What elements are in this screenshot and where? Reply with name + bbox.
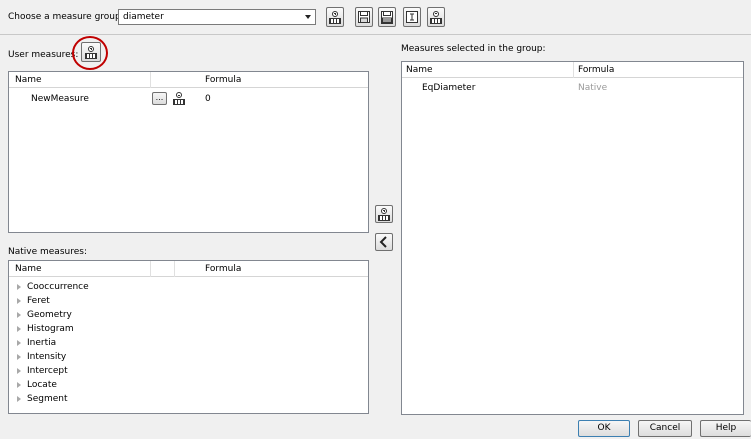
user-measures-list[interactable]: Name Formula NewMeasure ... 0 [8,71,369,233]
column-header-name[interactable]: Name [406,65,433,75]
tree-item-label: Inertia [27,338,57,348]
column-header-formula[interactable]: Formula [205,264,241,274]
measure-name[interactable]: EqDiameter [422,83,475,93]
measure-group-combo[interactable]: diameter [118,9,316,25]
tree-item-cooccurrence[interactable]: Cooccurrence [17,282,89,292]
tree-item-segment[interactable]: Segment [17,394,68,404]
save-as-icon [381,10,393,24]
add-to-group-button[interactable] [375,205,393,223]
expand-arrow-icon[interactable] [17,396,21,402]
table-row[interactable]: NewMeasure ... 0 [9,90,368,108]
column-header-formula[interactable]: Formula [578,65,614,75]
text-cursor-icon [406,11,418,23]
expand-arrow-icon[interactable] [17,368,21,374]
selected-measures-list[interactable]: Name Formula EqDiameter Native [401,61,744,415]
save-group-button[interactable] [355,7,373,27]
tree-item-label: Intercept [27,366,68,376]
measure-group-label: Choose a measure group: [8,12,124,22]
expand-arrow-icon[interactable] [17,382,21,388]
add-measure-icon [329,10,341,24]
tree-item-label: Feret [27,296,50,306]
add-measure-icon [378,207,390,221]
tree-item-geometry[interactable]: Geometry [17,310,72,320]
rename-group-button[interactable] [403,7,421,27]
expand-arrow-icon[interactable] [17,340,21,346]
native-measures-header: Name Formula [9,261,368,277]
measure-formula[interactable]: 0 [205,94,211,104]
measure-formula: Native [578,83,608,93]
tree-item-feret[interactable]: Feret [17,296,50,306]
table-row[interactable]: EqDiameter Native [402,80,743,95]
user-measures-label: User measures: [8,50,79,60]
expand-arrow-icon[interactable] [17,354,21,360]
tree-item-label: Geometry [27,310,72,320]
remove-measure-icon [430,10,442,24]
selected-measures-header: Name Formula [402,62,743,78]
expand-arrow-icon[interactable] [17,326,21,332]
remove-from-group-button[interactable] [375,233,393,251]
toolbar-separator [0,34,751,35]
edit-formula-button[interactable]: ... [152,92,167,105]
save-as-group-button[interactable] [378,7,396,27]
save-icon [358,11,370,23]
expand-arrow-icon[interactable] [17,284,21,290]
tree-item-locate[interactable]: Locate [17,380,57,390]
remove-measure-icon [173,92,185,105]
delete-group-button[interactable] [427,7,445,27]
tree-item-intensity[interactable]: Intensity [17,352,66,362]
user-measures-header: Name Formula [9,72,368,88]
cancel-button[interactable]: Cancel [638,420,692,437]
tree-item-label: Intensity [27,352,67,362]
chevron-down-icon[interactable] [305,15,311,19]
tree-item-label: Cooccurrence [27,282,89,292]
remove-measure-button[interactable] [173,92,185,105]
ok-button[interactable]: OK [578,420,630,437]
highlight-circle [72,36,108,70]
native-measures-label: Native measures: [8,247,87,257]
native-measures-list[interactable]: Name Formula Cooccurrence Feret Geometry… [8,260,369,414]
tree-item-intercept[interactable]: Intercept [17,366,68,376]
measure-name[interactable]: NewMeasure [31,94,89,104]
chevron-left-icon [379,236,387,248]
expand-arrow-icon[interactable] [17,298,21,304]
help-button[interactable]: Help [700,420,751,437]
tree-item-label: Locate [27,380,57,390]
tree-item-histogram[interactable]: Histogram [17,324,74,334]
column-header-name[interactable]: Name [15,264,42,274]
selected-measures-label: Measures selected in the group: [401,44,546,54]
expand-arrow-icon[interactable] [17,312,21,318]
tree-item-label: Histogram [27,324,74,334]
add-group-button[interactable] [326,7,344,27]
tree-item-label: Segment [27,394,68,404]
column-header-formula[interactable]: Formula [205,75,241,85]
column-header-name[interactable]: Name [15,75,42,85]
measure-group-combo-value: diameter [123,12,164,22]
tree-item-inertia[interactable]: Inertia [17,338,56,348]
